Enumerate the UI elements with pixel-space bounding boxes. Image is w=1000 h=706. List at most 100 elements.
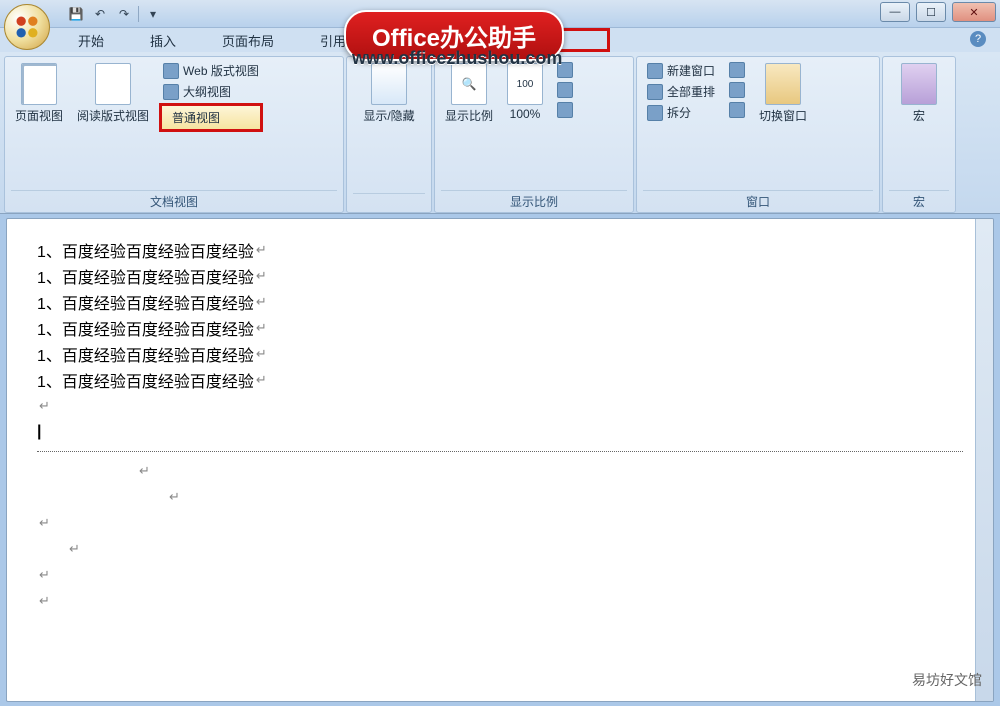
macros-icon bbox=[901, 63, 937, 105]
switch-icon bbox=[765, 63, 801, 105]
btn-label: 显示/隐藏 bbox=[363, 107, 414, 124]
document-area[interactable]: 📄 1、百度经验百度经验百度经验↵ 1、百度经验百度经验百度经验↵ 1、百度经验… bbox=[6, 218, 994, 702]
show-hide-button[interactable]: 显示/隐藏 bbox=[359, 61, 418, 126]
web-layout-button[interactable]: Web 版式视图 bbox=[159, 61, 263, 80]
empty-line: ↵ bbox=[37, 484, 963, 510]
paragraph-mark-icon: ↵ bbox=[39, 398, 50, 414]
maximize-button[interactable]: ☐ bbox=[916, 2, 946, 22]
paragraph-mark-icon: ↵ bbox=[256, 294, 267, 310]
reading-layout-button[interactable]: 阅读版式视图 bbox=[73, 61, 153, 126]
quick-access-toolbar: 💾 ↶ ↷ ▾ bbox=[66, 4, 163, 24]
reset-pos-icon bbox=[729, 102, 745, 118]
group-document-views: 页面视图 阅读版式视图 Web 版式视图 大纲视图 普通视图 文档视图 bbox=[4, 56, 344, 213]
btn-label: 宏 bbox=[913, 107, 925, 124]
page-icon bbox=[21, 63, 57, 105]
outline-icon bbox=[163, 84, 179, 100]
empty-line: ↵ bbox=[37, 393, 963, 419]
empty-line: ↵ bbox=[37, 536, 963, 562]
group-label: 窗口 bbox=[643, 190, 873, 210]
paragraph-mark-icon: ↵ bbox=[256, 268, 267, 284]
tab-home[interactable]: 开始 bbox=[70, 29, 112, 52]
normal-view-button[interactable]: 普通视图 bbox=[159, 103, 263, 132]
group-label bbox=[353, 193, 425, 210]
cursor-line: | bbox=[37, 419, 963, 445]
magnifier-icon: 🔍 bbox=[451, 63, 487, 105]
office-button[interactable] bbox=[4, 4, 50, 50]
side-by-side-button[interactable] bbox=[725, 61, 749, 79]
outline-view-button[interactable]: 大纲视图 bbox=[159, 82, 263, 101]
btn-label: 页面视图 bbox=[15, 107, 63, 124]
empty-line: ↵ bbox=[37, 562, 963, 588]
group-label: 宏 bbox=[889, 190, 949, 210]
text-line: 1、百度经验百度经验百度经验↵ bbox=[37, 367, 963, 393]
view-small-list: Web 版式视图 大纲视图 普通视图 bbox=[159, 61, 263, 132]
qat-dropdown-icon[interactable]: ▾ bbox=[143, 4, 163, 24]
window-side-icons bbox=[725, 61, 749, 119]
paragraph-mark-icon: ↵ bbox=[256, 346, 267, 362]
paragraph-mark-icon: ↵ bbox=[256, 242, 267, 258]
document-content[interactable]: 1、百度经验百度经验百度经验↵ 1、百度经验百度经验百度经验↵ 1、百度经验百度… bbox=[7, 219, 993, 701]
watermark-text: 易坊好文馆 bbox=[912, 670, 982, 690]
page-width-button[interactable] bbox=[553, 101, 577, 119]
text-line: 1、百度经验百度经验百度经验↵ bbox=[37, 341, 963, 367]
tab-insert[interactable]: 插入 bbox=[142, 29, 184, 52]
window-controls: — ☐ ✕ bbox=[880, 2, 996, 22]
paragraph-mark-icon: ↵ bbox=[39, 593, 50, 609]
paragraph-mark-icon: ↵ bbox=[39, 567, 50, 583]
zoom-100-button[interactable]: 100 100% bbox=[503, 61, 547, 123]
zoom-side-icons bbox=[553, 61, 577, 119]
btn-label: 显示比例 bbox=[445, 107, 493, 124]
group-label: 文档视图 bbox=[11, 190, 337, 210]
paragraph-mark-icon: ↵ bbox=[256, 372, 267, 388]
help-icon[interactable]: ? bbox=[970, 31, 986, 47]
text-line: 1、百度经验百度经验百度经验↵ bbox=[37, 315, 963, 341]
tab-page-layout[interactable]: 页面布局 bbox=[214, 29, 282, 52]
group-zoom: 🔍 显示比例 100 100% 显示比例 bbox=[434, 56, 634, 213]
split-icon bbox=[647, 105, 663, 121]
new-window-icon bbox=[647, 63, 663, 79]
text-line: 1、百度经验百度经验百度经验↵ bbox=[37, 237, 963, 263]
paragraph-mark-icon: ↵ bbox=[169, 489, 180, 505]
qat-separator bbox=[138, 6, 139, 22]
new-window-button[interactable]: 新建窗口 bbox=[643, 61, 719, 80]
overlay-url: www.officezhushou.com bbox=[352, 48, 562, 69]
book-icon bbox=[95, 63, 131, 105]
text-line: 1、百度经验百度经验百度经验↵ bbox=[37, 263, 963, 289]
text-line: 1、百度经验百度经验百度经验↵ bbox=[37, 289, 963, 315]
hundred-icon: 100 bbox=[507, 63, 543, 105]
close-button[interactable]: ✕ bbox=[952, 2, 996, 22]
group-show-hide: 显示/隐藏 bbox=[346, 56, 432, 213]
empty-line: ↵ bbox=[37, 510, 963, 536]
arrange-icon bbox=[647, 84, 663, 100]
web-icon bbox=[163, 63, 179, 79]
group-window: 新建窗口 全部重排 拆分 切换窗口 窗口 bbox=[636, 56, 880, 213]
arrange-all-button[interactable]: 全部重排 bbox=[643, 82, 719, 101]
sync-scroll-button[interactable] bbox=[725, 81, 749, 99]
paragraph-mark-icon: ↵ bbox=[69, 541, 80, 557]
page-width-icon bbox=[557, 102, 573, 118]
paragraph-mark-icon: ↵ bbox=[39, 515, 50, 531]
qat-save-icon[interactable]: 💾 bbox=[66, 4, 86, 24]
macros-button[interactable]: 宏 bbox=[897, 61, 941, 126]
two-pages-button[interactable] bbox=[553, 81, 577, 99]
empty-line: ↵ bbox=[37, 588, 963, 614]
qat-undo-icon[interactable]: ↶ bbox=[90, 4, 110, 24]
btn-label: 阅读版式视图 bbox=[77, 107, 149, 124]
switch-windows-button[interactable]: 切换窗口 bbox=[755, 61, 811, 126]
side-by-side-icon bbox=[729, 62, 745, 78]
btn-label: 切换窗口 bbox=[759, 107, 807, 124]
sync-scroll-icon bbox=[729, 82, 745, 98]
qat-redo-icon[interactable]: ↷ bbox=[114, 4, 134, 24]
paragraph-mark-icon: ↵ bbox=[256, 320, 267, 336]
print-layout-button[interactable]: 页面视图 bbox=[11, 61, 67, 126]
reset-pos-button[interactable] bbox=[725, 101, 749, 119]
split-button[interactable]: 拆分 bbox=[643, 103, 719, 122]
page-break-line bbox=[37, 451, 963, 452]
zoom-button[interactable]: 🔍 显示比例 bbox=[441, 61, 497, 126]
empty-line: ↵ bbox=[37, 458, 963, 484]
ribbon: 页面视图 阅读版式视图 Web 版式视图 大纲视图 普通视图 文档视图 显示/隐… bbox=[0, 52, 1000, 214]
window-list: 新建窗口 全部重排 拆分 bbox=[643, 61, 719, 122]
minimize-button[interactable]: — bbox=[880, 2, 910, 22]
paragraph-mark-icon: ↵ bbox=[139, 463, 150, 479]
group-macros: 宏 宏 bbox=[882, 56, 956, 213]
